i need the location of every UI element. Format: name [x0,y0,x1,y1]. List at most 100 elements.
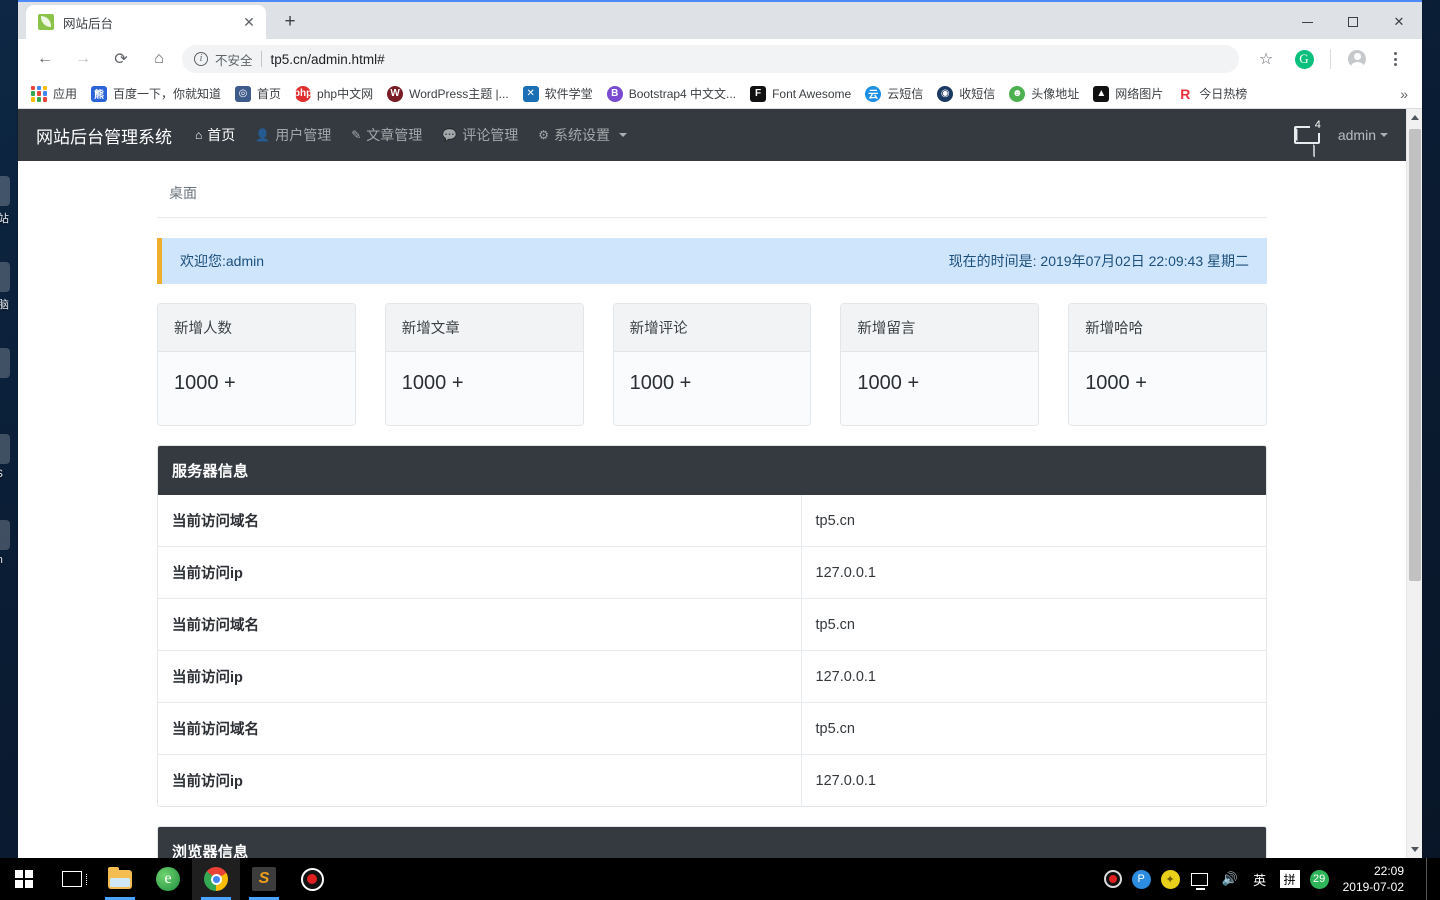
bookmark-item[interactable]: 云 云短信 [858,82,930,106]
ime-language-indicator[interactable]: 英 [1250,869,1270,889]
security-score-tray-icon[interactable]: 29 [1309,869,1329,889]
username-label: admin [1337,127,1376,144]
ime-pinyin-indicator[interactable]: 拼 [1279,870,1300,888]
stat-card[interactable]: 新增人数 1000 + [157,303,356,427]
recorder-tray-icon[interactable] [1103,870,1122,888]
bookmark-item[interactable]: ☻ 头像地址 [1002,82,1086,106]
bookmark-label: 百度一下，你就知道 [113,87,222,102]
nav-item-label: 文章管理 [366,127,423,144]
row-key: 当前访问域名 [172,514,259,531]
browser-tab[interactable]: 网站后台 ✕ [26,5,266,40]
omnibox-divider [260,51,262,68]
screen-recorder-button[interactable] [288,858,336,900]
bookmark-item[interactable]: R 今日热榜 [1170,82,1254,106]
task-view-button[interactable] [48,858,96,900]
desktop-icon-label: Flash [0,554,3,566]
stat-card-value: 1000 + [629,372,692,395]
stat-card-value: 1000 + [174,372,236,395]
tab-strip: 网站后台 ✕ + ✕ [18,0,1422,40]
bookmark-item[interactable]: W WordPress主题 |... [380,82,516,106]
extension-icon[interactable]: G [1290,45,1318,73]
windows-logo-icon [15,870,33,888]
stat-card[interactable]: 新增评论 1000 + [612,303,812,427]
home-icon[interactable]: ⌂ [145,45,173,73]
close-window-button[interactable]: ✕ [1376,6,1422,38]
bookmark-apps[interactable]: 应用 [24,82,84,106]
sublime-text-button[interactable]: S [240,858,288,900]
bookmarks-bar: 应用 熊 百度一下，你就知道 ◎ 首页 php php中文网 W WordPre… [18,79,1422,110]
file-explorer-button[interactable] [96,858,144,900]
stat-card[interactable]: 新增哈哈 1000 + [1068,303,1267,427]
reload-icon[interactable]: ⟳ [107,45,135,73]
sublime-icon: S [252,867,276,891]
scroll-down-arrow-icon[interactable] [1407,841,1422,858]
desktop-icon-label: 回收站 [0,213,9,225]
user-menu[interactable]: admin [1338,127,1388,143]
profile-avatar-icon[interactable] [1343,45,1371,73]
messages-button[interactable]: 4 [1293,117,1326,148]
row-key: 当前访问ip [158,650,801,703]
bookmark-item[interactable]: ▲ 网络图片 [1086,82,1170,106]
chrome-browser-button[interactable] [192,858,240,900]
bookmark-label: 应用 [53,87,78,102]
edge-browser-button[interactable] [144,858,192,900]
breadcrumb: 桌面 [157,161,1267,219]
network-tray-icon[interactable] [1190,869,1210,890]
server-info-panel: 服务器信息 当前访问域名 tp5.cn 当前访问ip 127.0.0.1 当前访… [157,445,1267,808]
volume-tray-icon[interactable]: 🔊 [1220,869,1240,889]
nav-item-user-management[interactable]: 👤 用户管理 [246,118,340,152]
new-tab-button[interactable]: + [276,8,304,36]
stat-card-title: 新增文章 [385,304,583,353]
stat-card-body: 1000 + [841,352,1039,426]
nav-item-system-settings[interactable]: ⚙ 系统设置 [529,118,636,152]
stat-card[interactable]: 新增留言 1000 + [840,303,1040,427]
bookmark-item[interactable]: F Font Awesome [743,82,858,106]
bookmark-item[interactable]: 熊 百度一下，你就知道 [84,82,228,106]
address-bar[interactable]: i 不安全 tp5.cn/admin.html# [182,45,1239,74]
nav-item-comment-management[interactable]: 💬 评论管理 [433,118,527,152]
stat-card-value: 1000 + [401,372,464,395]
scrollbar-thumb[interactable] [1409,129,1421,582]
bookmark-item[interactable]: B Bootstrap4 中文文... [600,82,743,106]
clock-time: 22:09 [1373,864,1404,878]
tab-close-icon[interactable]: ✕ [240,13,258,31]
extension-glyph: G [1294,49,1314,69]
tab-favicon-icon [38,14,54,31]
bookmark-item[interactable]: php php中文网 [288,82,380,106]
current-time-text: 现在的时间是: 2019年07月02日 22:09:43 星期二 [948,253,1249,270]
row-value: 127.0.0.1 [800,754,1266,807]
p-app-tray-icon[interactable]: P [1131,869,1151,889]
taskbar-clock[interactable]: 22:09 2019-07-02 [1339,863,1416,895]
this-pc-icon [0,262,10,292]
scroll-up-arrow-icon[interactable] [1407,109,1422,126]
back-icon[interactable]: ← [31,45,59,73]
stat-card[interactable]: 新增文章 1000 + [384,303,584,427]
server-info-table: 当前访问域名 tp5.cn 当前访问ip 127.0.0.1 当前访问域名 tp… [158,495,1266,807]
bookmark-item[interactable]: ◎ 首页 [228,82,288,106]
bookmarks-overflow-icon[interactable]: » [1392,86,1416,102]
minimize-button[interactable] [1284,6,1330,38]
site-info-icon[interactable]: i [194,52,208,67]
forward-icon[interactable]: → [69,45,97,73]
chrome-menu-icon[interactable] [1381,45,1409,73]
breadcrumb-item[interactable]: 桌面 [169,185,197,201]
bookmark-label: 云短信 [887,87,924,102]
bookmark-item[interactable]: ✕ 软件学堂 [516,82,600,106]
page-scrollbar[interactable] [1406,109,1422,858]
show-desktop-button[interactable] [1426,858,1432,900]
nav-item-home[interactable]: ⌂ 首页 [186,118,244,152]
chevron-down-icon [618,133,627,138]
nav-item-article-management[interactable]: ✎ 文章管理 [342,118,431,152]
record-icon [300,867,324,891]
clock-date: 2019-07-02 [1342,880,1404,894]
table-row: 当前访问ip 127.0.0.1 [158,650,1266,703]
bookmark-star-icon[interactable]: ☆ [1252,45,1280,73]
hot-list-icon: R [1177,85,1194,102]
brand-title[interactable]: 网站后台管理系统 [36,123,172,148]
bookmark-label: 头像地址 [1031,87,1080,102]
bookmark-item[interactable]: ◉ 收短信 [930,82,1002,106]
star-tray-icon[interactable]: ✦ [1160,869,1180,889]
baidu-icon: 熊 [91,85,108,102]
start-button[interactable] [0,858,48,900]
maximize-button[interactable] [1330,6,1376,38]
